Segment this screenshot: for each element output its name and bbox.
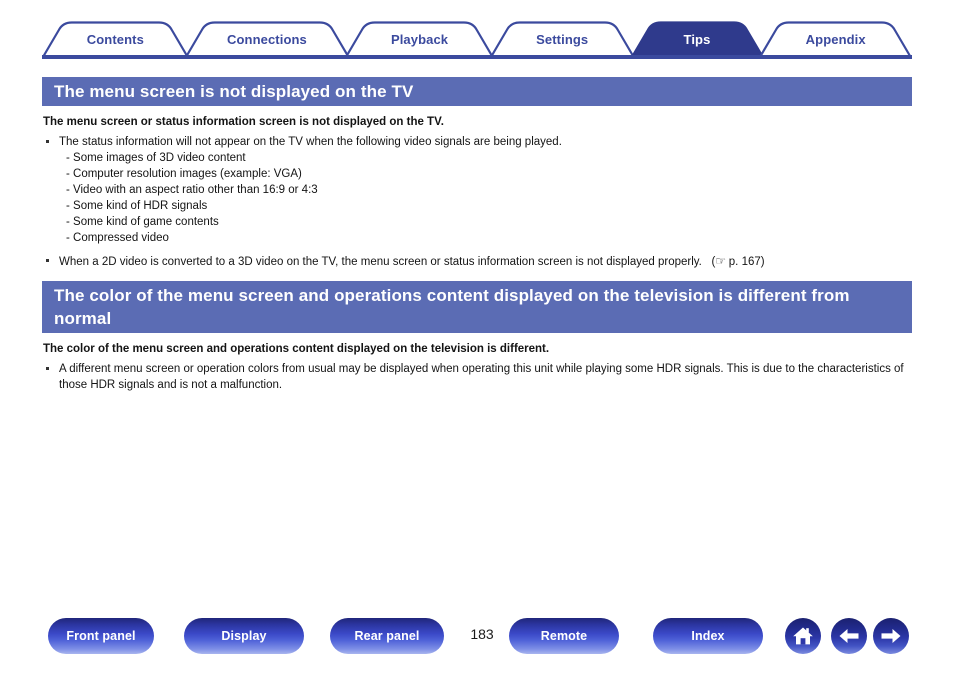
section-bullets-1: The status information will not appear o… (43, 134, 913, 270)
home-icon (793, 627, 813, 645)
section-lead-2: The color of the menu screen and operati… (43, 343, 550, 355)
tab-label: Tips (683, 31, 711, 47)
page-reference[interactable]: (☞ p. 167) (705, 254, 765, 268)
sub-list-item: - Computer resolution images (example: V… (66, 168, 302, 180)
sub-list-item: - Some images of 3D video content (66, 152, 246, 164)
tab-label: Settings (536, 31, 589, 47)
tab-label: Connections (227, 31, 307, 47)
section-heading-text: The menu screen is not displayed on the … (54, 81, 414, 101)
paren-close: ) (760, 256, 765, 268)
footer-nav: Front panel Display Rear panel 183 Remot… (0, 618, 954, 658)
list-item: The status information will not appear o… (43, 134, 913, 246)
list-item-text: When a 2D video is converted to a 3D vid… (59, 256, 702, 268)
page-number: 183 (470, 626, 494, 642)
bullet-marker (46, 367, 49, 370)
arrow-right-icon (881, 629, 901, 643)
section-lead-1: The menu screen or status information sc… (43, 116, 444, 128)
tab-label: Appendix (805, 31, 866, 47)
arrow-left-icon (839, 629, 859, 643)
forward-button[interactable] (873, 618, 909, 654)
button-label: Display (221, 629, 267, 643)
list-item-text: The status information will not appear o… (59, 136, 562, 148)
tab-tips[interactable]: Tips (630, 21, 764, 57)
button-label: Front panel (66, 629, 136, 643)
tab-settings[interactable]: Settings (489, 21, 635, 57)
sub-list-item: - Some kind of game contents (66, 216, 219, 228)
tab-connections[interactable]: Connections (184, 21, 350, 57)
button-label: Index (691, 629, 725, 643)
rear-panel-button[interactable]: Rear panel (330, 618, 444, 654)
section-heading-1: The menu screen is not displayed on the … (42, 77, 912, 106)
button-label: Remote (540, 629, 588, 643)
home-button[interactable] (785, 618, 821, 654)
pointing-hand-icon: ☞ (715, 254, 726, 268)
tab-contents[interactable]: Contents (42, 21, 189, 57)
page-reference-label: p. 167 (728, 256, 761, 268)
bullet-marker (46, 140, 49, 143)
tab-playback[interactable]: Playback (345, 21, 494, 57)
section-heading-text: The color of the menu screen and operati… (54, 285, 850, 328)
tab-label: Playback (390, 31, 449, 47)
tab-bar-rule (42, 55, 912, 59)
index-button[interactable]: Index (653, 618, 763, 654)
list-item-text: A different menu screen or operation col… (59, 363, 904, 391)
section-bullets-2: A different menu screen or operation col… (43, 361, 913, 393)
tab-bar: Contents Connections Playback Settings T… (0, 0, 954, 66)
button-label: Rear panel (354, 629, 420, 643)
list-item: A different menu screen or operation col… (43, 361, 913, 393)
display-button[interactable]: Display (184, 618, 304, 654)
tab-label: Contents (86, 31, 144, 47)
manual-page: Contents Connections Playback Settings T… (0, 0, 954, 673)
sub-list: - Some images of 3D video content - Comp… (59, 150, 913, 246)
back-button[interactable] (831, 618, 867, 654)
sub-list-item: - Some kind of HDR signals (66, 200, 208, 212)
front-panel-button[interactable]: Front panel (48, 618, 154, 654)
sub-list-item: - Compressed video (66, 232, 169, 244)
tab-appendix[interactable]: Appendix (759, 21, 912, 57)
list-item: When a 2D video is converted to a 3D vid… (43, 253, 913, 270)
tab-list: Contents Connections Playback Settings T… (42, 21, 912, 57)
bullet-marker (46, 259, 49, 262)
remote-button[interactable]: Remote (509, 618, 619, 654)
sub-list-item: - Video with an aspect ratio other than … (66, 184, 318, 196)
section-heading-2: The color of the menu screen and operati… (42, 281, 912, 333)
